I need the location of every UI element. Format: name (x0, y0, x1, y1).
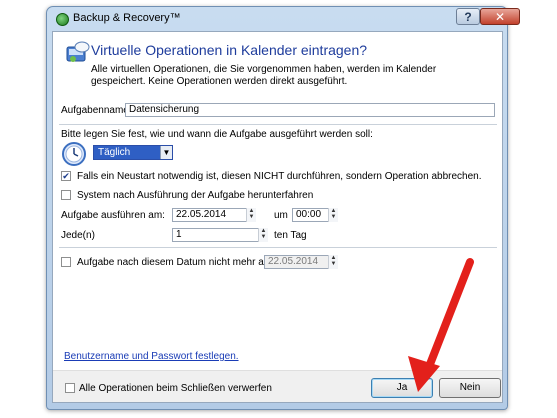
window-title: Backup & Recovery™ (73, 12, 181, 24)
frequency-value: Täglich (98, 147, 131, 158)
every-unit-label: ten Tag (274, 230, 307, 241)
title-bar[interactable]: Backup & Recovery™ ? ✕ (47, 7, 520, 31)
every-spinner[interactable]: ▲ ▼ (258, 228, 268, 242)
at-label: um (274, 210, 288, 221)
end-date-input[interactable]: 22.05.2014 (264, 255, 338, 269)
end-date-checkbox[interactable] (61, 257, 71, 267)
task-name-input[interactable]: Datensicherung (125, 103, 495, 117)
restart-checkbox[interactable]: ✔ (61, 171, 71, 181)
end-date-spinner[interactable]: ▲ ▼ (328, 255, 338, 269)
dialog-footer: Alle Operationen beim Schließen verwerfe… (53, 370, 502, 402)
clock-icon (62, 142, 86, 166)
discard-checkbox[interactable] (65, 383, 75, 393)
run-on-label: Aufgabe ausführen am: (61, 210, 165, 221)
every-input[interactable]: 1 (172, 228, 268, 242)
chevron-down-icon[interactable]: ▼ (160, 146, 172, 159)
calendar-operations-icon (66, 41, 90, 62)
credentials-link[interactable]: Benutzername und Passwort festlegen. (64, 351, 239, 362)
separator (59, 124, 497, 125)
shutdown-label: System nach Ausführung der Aufgabe herun… (77, 190, 314, 201)
dialog-description: Alle virtuellen Operationen, die Sie vor… (91, 64, 437, 87)
shutdown-checkbox[interactable] (61, 190, 71, 200)
close-button[interactable]: ✕ (480, 8, 520, 25)
frequency-select[interactable]: Täglich ▼ (93, 145, 173, 160)
help-button[interactable]: ? (456, 8, 480, 25)
backup-recovery-dialog: Backup & Recovery™ ? ✕ Virtuelle Operati… (46, 6, 520, 410)
dialog-content: Virtuelle Operationen in Kalender eintra… (52, 31, 503, 403)
app-icon (56, 13, 69, 26)
run-date-spinner[interactable]: ▲ ▼ (246, 208, 256, 222)
yes-button[interactable]: Ja (371, 378, 433, 398)
run-date-input[interactable]: 22.05.2014 (172, 208, 256, 222)
discard-label: Alle Operationen beim Schließen verwerfe… (79, 383, 272, 394)
every-label: Jede(n) (61, 230, 95, 241)
run-time-spinner[interactable]: ▲ ▼ (328, 208, 338, 222)
schedule-prompt: Bitte legen Sie fest, wie und wann die A… (61, 129, 373, 140)
no-button[interactable]: Nein (439, 378, 501, 398)
separator (59, 247, 497, 248)
restart-label: Falls ein Neustart notwendig ist, diesen… (77, 171, 482, 182)
task-name-label: Aufgabenname: (61, 105, 132, 116)
dialog-heading: Virtuelle Operationen in Kalender eintra… (91, 42, 368, 58)
